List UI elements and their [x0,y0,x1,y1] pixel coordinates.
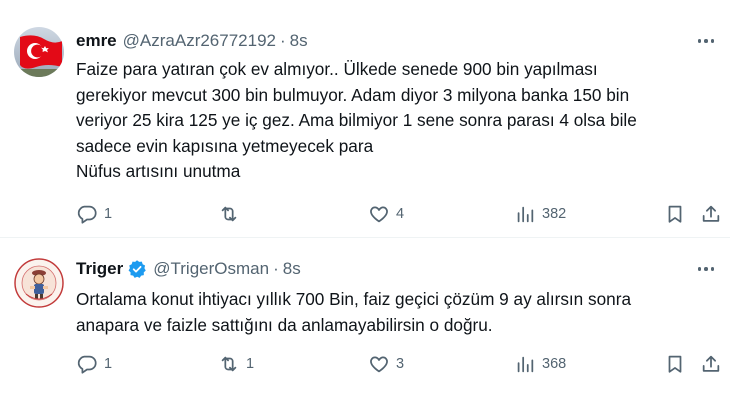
bookmark-button[interactable] [664,351,686,377]
tweet-text-line: anapara ve faizle sattığını da anlamayab… [76,314,493,335]
retweet-icon [221,206,237,222]
analytics-icon [517,206,534,223]
tweet-text-line: gerekiyor mevcut 300 bin bulmuyor. Adam … [76,84,630,105]
avatar[interactable] [14,27,64,77]
verified-badge-icon [127,259,147,279]
bookmark-icon [668,355,682,373]
reply-count: 1 [104,206,113,222]
tweet-text: Ortalama konut ihtiyacı yıllık 700 Bin, … [76,287,716,338]
tweet-text-line: Ortalama konut ihtiyacı yıllık 700 Bin, … [76,289,632,309]
retweet-button[interactable]: 1 [218,351,254,377]
heart-icon [370,356,388,373]
display-name[interactable]: emre [76,31,117,51]
more-options-icon[interactable] [694,31,718,51]
tweet-actions: 1 4 382 [76,201,720,227]
timestamp[interactable]: 8s [290,31,308,51]
tweet[interactable]: emre @AzraAzr26772192 · 8s Faize para ya… [0,0,730,238]
retweet-icon [221,356,237,372]
display-name[interactable]: Triger [76,259,123,279]
heart-icon [370,206,388,223]
cartoon-character-avatar-icon [14,258,64,308]
timestamp[interactable]: 8s [283,259,301,279]
share-button[interactable] [700,201,722,227]
more-options-icon[interactable] [694,259,718,279]
tweet-text-line: veriyor 25 kira 125 ye iç gez. Ama bilmi… [76,110,637,130]
tweet-text-line: sadece evin kapısına yetmeyecek para [76,135,374,156]
view-count: 382 [542,206,567,222]
retweet-button[interactable] [218,201,246,227]
reply-button[interactable]: 1 [76,201,112,227]
separator-dot: · [273,259,279,278]
retweet-count: 1 [246,356,255,372]
like-count: 4 [396,206,405,222]
avatar[interactable] [14,258,64,308]
like-button[interactable]: 4 [368,201,404,227]
tweet[interactable]: Triger @TrigerOsman · 8s Ortalama konut … [0,238,730,420]
like-button[interactable]: 3 [368,351,404,377]
bookmark-button[interactable] [664,201,686,227]
views-button[interactable]: 368 [514,351,566,377]
bookmark-icon [668,205,682,223]
tweet-text-line: Nüfus artısını unutma [76,161,241,181]
tweet-header: Triger @TrigerOsman · 8s [76,257,301,281]
share-icon [702,205,720,222]
user-handle[interactable]: @TrigerOsman [153,259,269,279]
view-count: 368 [542,356,567,372]
share-button[interactable] [700,351,722,377]
separator-dot: · [280,31,286,50]
tweet-text-line: Faize para yatıran çok ev almıyor.. Ülke… [76,59,598,79]
tweet-text: Faize para yatıran çok ev almıyor.. Ülke… [76,57,716,185]
reply-icon [77,355,97,374]
views-button[interactable]: 382 [514,201,566,227]
share-icon [702,355,720,372]
tweet-header: emre @AzraAzr26772192 · 8s [76,29,308,53]
user-handle[interactable]: @AzraAzr26772192 [123,31,276,51]
tweet-feed: emre @AzraAzr26772192 · 8s Faize para ya… [0,0,730,420]
turkish-flag-avatar-icon [14,27,64,77]
reply-button[interactable]: 1 [76,351,112,377]
analytics-icon [517,356,534,373]
reply-icon [77,205,97,224]
like-count: 3 [396,356,405,372]
reply-count: 1 [104,356,113,372]
tweet-actions: 1 1 3 368 [76,351,720,377]
